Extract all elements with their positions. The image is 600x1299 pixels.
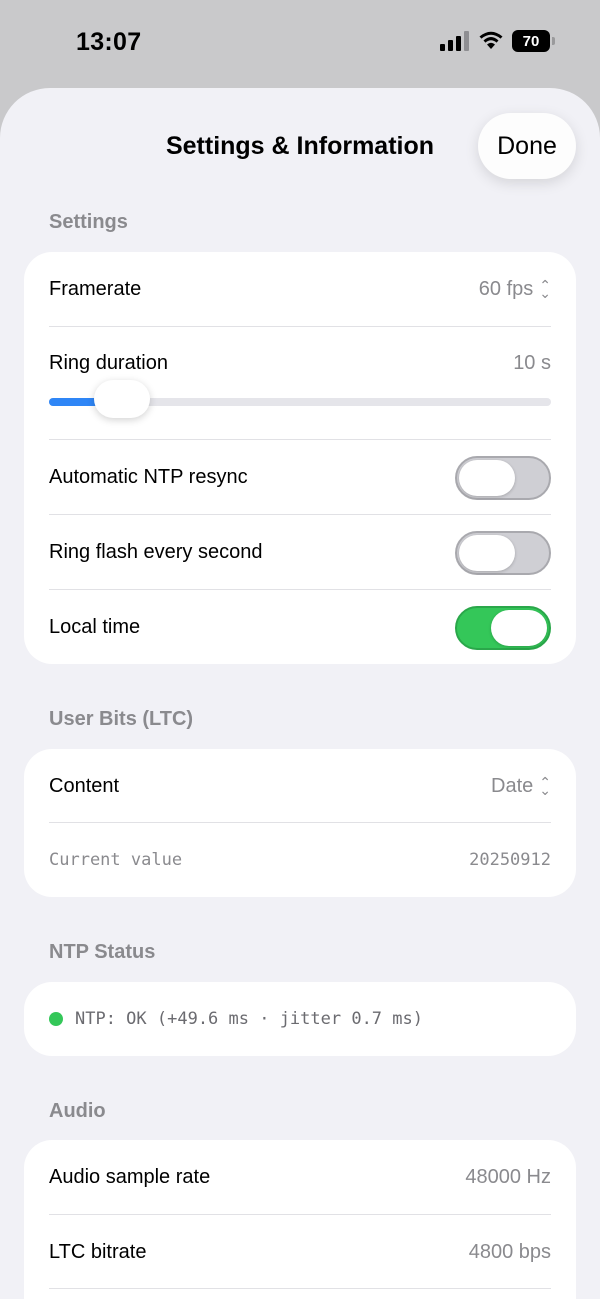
content-row[interactable]: Content Date ⌃ ⌄ [49,749,551,823]
settings-card: Framerate 60 fps ⌃ ⌄ Ring duration 10 s A… [24,252,576,664]
current-value-label: Current value [49,850,183,870]
ltc-bitrate-value: 4800 bps [468,1240,551,1263]
ntp-status-dot-icon [49,1012,63,1026]
framerate-picker[interactable]: 60 fps ⌃ ⌄ [478,276,551,301]
status-time: 13:07 [76,28,142,56]
battery-icon: 70 [512,30,555,52]
ltc-bitrate-row: LTC bitrate 4800 bps [49,1215,551,1289]
local-time-row: Local time [49,590,551,665]
local-time-label: Local time [49,616,141,638]
audio-card: Audio sample rate 48000 Hz LTC bitrate 4… [24,1140,576,1299]
ring-duration-label: Ring duration [49,351,168,374]
current-value: 20250912 [469,850,551,870]
wifi-icon [479,31,503,49]
ntp-status-row: NTP: OK (+49.6 ms · jitter 0.7 ms) [49,982,551,1056]
ring-duration-value: 10 s [513,351,551,374]
done-button[interactable]: Done [478,113,576,179]
local-time-toggle[interactable] [455,605,551,650]
sample-rate-value: 48000 Hz [465,1165,551,1188]
framerate-label: Framerate [49,277,142,300]
section-label-ntp-status: NTP Status [49,941,156,963]
ntp-status-text: NTP: OK (+49.6 ms · jitter 0.7 ms) [75,1009,423,1029]
content-label: Content [49,774,120,797]
battery-level: 70 [522,32,540,50]
status-icons: 70 [440,30,555,52]
ring-flash-row: Ring flash every second [49,515,551,590]
auto-ntp-label: Automatic NTP resync [49,466,248,488]
chevron-up-down-icon: ⌃ ⌄ [539,276,551,301]
divider [49,1288,551,1289]
user-bits-card: Content Date ⌃ ⌄ Current value 20250912 [24,749,576,897]
sample-rate-label: Audio sample rate [49,1165,211,1188]
toggle-knob [491,609,547,646]
cellular-signal-icon [440,31,469,51]
current-value-row: Current value 20250912 [49,823,551,897]
ring-flash-label: Ring flash every second [49,541,263,563]
chevron-up-down-icon: ⌃ ⌄ [539,773,551,798]
auto-ntp-row: Automatic NTP resync [49,440,551,515]
auto-ntp-toggle[interactable] [455,455,551,500]
slider-thumb[interactable] [93,380,150,418]
section-label-settings: Settings [49,211,128,233]
content-picker[interactable]: Date ⌃ ⌄ [491,773,551,798]
framerate-value: 60 fps [478,277,534,300]
ntp-status-card: NTP: OK (+49.6 ms · jitter 0.7 ms) [24,982,576,1056]
toggle-knob [459,459,515,496]
settings-sheet: Settings & Information Done Settings Fra… [0,88,600,1299]
content-value: Date [491,774,534,797]
section-label-user-bits: User Bits (LTC) [49,708,194,730]
section-label-audio: Audio [49,1100,106,1122]
ring-duration-slider[interactable] [49,380,551,418]
framerate-row[interactable]: Framerate 60 fps ⌃ ⌄ [49,252,551,326]
toggle-knob [459,534,515,571]
ring-flash-toggle[interactable] [455,530,551,575]
ltc-bitrate-label: LTC bitrate [49,1240,147,1263]
status-bar: 13:07 70 [0,0,600,88]
sample-rate-row: Audio sample rate 48000 Hz [49,1140,551,1214]
